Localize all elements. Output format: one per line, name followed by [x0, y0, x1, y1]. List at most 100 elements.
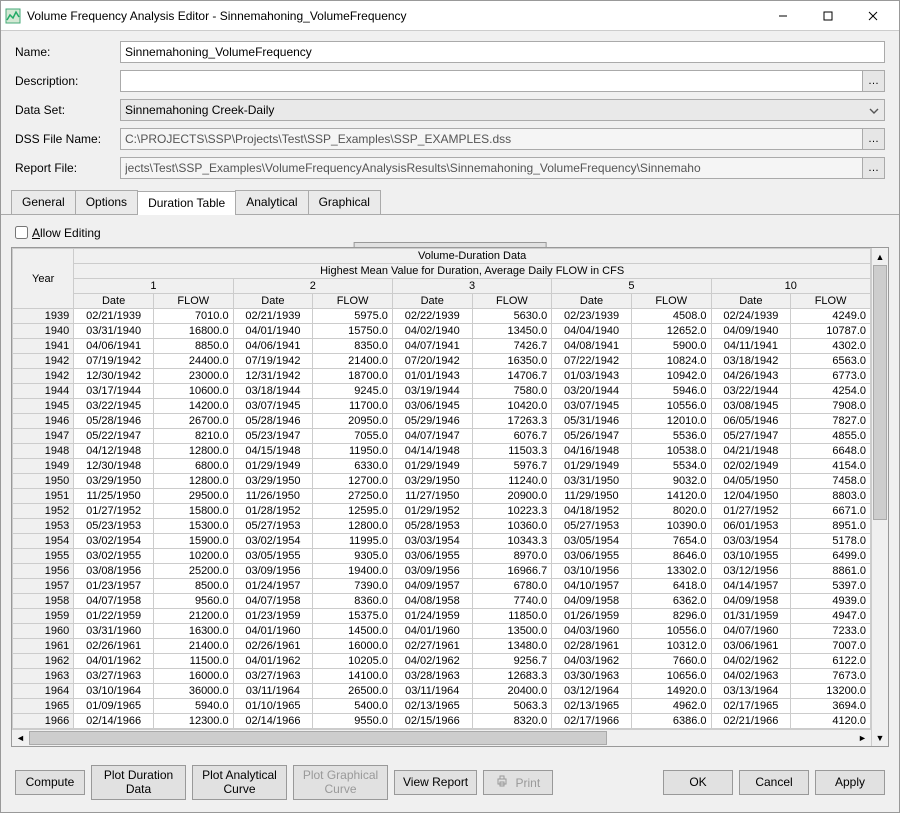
date-cell[interactable]: 04/01/1960 — [233, 624, 313, 639]
date-cell[interactable]: 03/12/1956 — [711, 564, 791, 579]
flow-cell[interactable]: 16000.0 — [313, 639, 393, 654]
date-cell[interactable]: 04/06/1941 — [233, 339, 313, 354]
flow-cell[interactable]: 10390.0 — [631, 519, 711, 534]
tab-graphical[interactable]: Graphical — [308, 190, 381, 214]
flow-cell[interactable]: 10600.0 — [153, 384, 233, 399]
flow-cell[interactable]: 9560.0 — [153, 594, 233, 609]
flow-cell[interactable]: 13200.0 — [791, 684, 871, 699]
date-cell[interactable]: 04/26/1943 — [711, 369, 791, 384]
date-cell[interactable]: 02/02/1949 — [711, 459, 791, 474]
date-cell[interactable]: 05/26/1947 — [552, 429, 632, 444]
flow-cell[interactable]: 4939.0 — [791, 594, 871, 609]
date-cell[interactable]: 03/05/1955 — [233, 549, 313, 564]
date-cell[interactable]: 02/27/1961 — [392, 639, 472, 654]
date-cell[interactable]: 05/27/1953 — [233, 519, 313, 534]
date-cell[interactable]: 04/07/1958 — [233, 594, 313, 609]
date-cell[interactable]: 04/10/1957 — [552, 579, 632, 594]
date-cell[interactable]: 03/18/1942 — [711, 354, 791, 369]
date-cell[interactable]: 01/31/1959 — [711, 609, 791, 624]
flow-cell[interactable]: 7580.0 — [472, 384, 552, 399]
date-cell[interactable]: 03/02/1954 — [74, 534, 154, 549]
date-cell[interactable]: 03/02/1954 — [233, 534, 313, 549]
flow-cell[interactable]: 6648.0 — [791, 444, 871, 459]
date-cell[interactable]: 02/13/1965 — [392, 699, 472, 714]
date-cell[interactable]: 05/28/1946 — [74, 414, 154, 429]
date-cell[interactable]: 04/04/1940 — [552, 324, 632, 339]
date-cell[interactable]: 03/29/1950 — [74, 474, 154, 489]
flow-cell[interactable]: 10205.0 — [313, 654, 393, 669]
year-cell[interactable]: 1966 — [13, 714, 74, 729]
date-cell[interactable]: 02/26/1961 — [233, 639, 313, 654]
flow-cell[interactable]: 4249.0 — [791, 309, 871, 324]
flow-cell[interactable]: 11503.3 — [472, 444, 552, 459]
report-ellipsis-button[interactable]: … — [863, 157, 885, 179]
date-cell[interactable]: 03/10/1964 — [74, 684, 154, 699]
year-cell[interactable]: 1958 — [13, 594, 74, 609]
flow-cell[interactable]: 5975.0 — [313, 309, 393, 324]
year-cell[interactable]: 1957 — [13, 579, 74, 594]
flow-cell[interactable]: 14120.0 — [631, 489, 711, 504]
date-cell[interactable]: 02/21/1939 — [74, 309, 154, 324]
date-cell[interactable]: 04/06/1941 — [74, 339, 154, 354]
date-cell[interactable]: 05/31/1946 — [552, 414, 632, 429]
flow-cell[interactable]: 14706.7 — [472, 369, 552, 384]
flow-cell[interactable]: 5397.0 — [791, 579, 871, 594]
flow-cell[interactable]: 4254.0 — [791, 384, 871, 399]
date-cell[interactable]: 07/19/1942 — [74, 354, 154, 369]
date-cell[interactable]: 03/30/1963 — [552, 669, 632, 684]
flow-cell[interactable]: 6671.0 — [791, 504, 871, 519]
date-cell[interactable]: 06/05/1946 — [711, 414, 791, 429]
year-cell[interactable]: 1960 — [13, 624, 74, 639]
hscroll-thumb[interactable] — [29, 731, 607, 745]
flow-cell[interactable]: 26700.0 — [153, 414, 233, 429]
date-cell[interactable]: 05/28/1953 — [392, 519, 472, 534]
date-cell[interactable]: 04/01/1960 — [392, 624, 472, 639]
date-cell[interactable]: 03/11/1964 — [233, 684, 313, 699]
date-cell[interactable]: 04/09/1957 — [392, 579, 472, 594]
flow-cell[interactable]: 9256.7 — [472, 654, 552, 669]
flow-cell[interactable]: 8803.0 — [791, 489, 871, 504]
flow-cell[interactable]: 7654.0 — [631, 534, 711, 549]
flow-cell[interactable]: 6499.0 — [791, 549, 871, 564]
flow-cell[interactable]: 11500.0 — [153, 654, 233, 669]
date-cell[interactable]: 05/29/1946 — [392, 414, 472, 429]
flow-cell[interactable]: 29500.0 — [153, 489, 233, 504]
flow-cell[interactable]: 11850.0 — [472, 609, 552, 624]
dssfile-ellipsis-button[interactable]: … — [863, 128, 885, 150]
flow-cell[interactable]: 7426.7 — [472, 339, 552, 354]
date-cell[interactable]: 04/09/1940 — [711, 324, 791, 339]
date-cell[interactable]: 11/27/1950 — [392, 489, 472, 504]
report-input[interactable] — [120, 157, 863, 179]
plot-analytical-curve-button[interactable]: Plot Analytical Curve — [192, 765, 287, 800]
dataset-select[interactable] — [120, 99, 885, 121]
date-cell[interactable]: 01/29/1949 — [392, 459, 472, 474]
date-cell[interactable]: 12/30/1948 — [74, 459, 154, 474]
flow-cell[interactable]: 11700.0 — [313, 399, 393, 414]
close-button[interactable] — [850, 2, 895, 30]
date-cell[interactable]: 03/31/1960 — [74, 624, 154, 639]
date-cell[interactable]: 01/03/1943 — [552, 369, 632, 384]
flow-cell[interactable]: 4508.0 — [631, 309, 711, 324]
flow-cell[interactable]: 5630.0 — [472, 309, 552, 324]
tab-duration-table[interactable]: Duration Table — [137, 191, 236, 215]
date-cell[interactable]: 03/17/1944 — [74, 384, 154, 399]
flow-cell[interactable]: 21400.0 — [313, 354, 393, 369]
date-cell[interactable]: 02/22/1939 — [392, 309, 472, 324]
year-cell[interactable]: 1945 — [13, 399, 74, 414]
flow-cell[interactable]: 14920.0 — [631, 684, 711, 699]
flow-cell[interactable]: 12800.0 — [153, 474, 233, 489]
date-cell[interactable]: 05/27/1947 — [711, 429, 791, 444]
flow-cell[interactable]: 5976.7 — [472, 459, 552, 474]
date-cell[interactable]: 01/01/1943 — [392, 369, 472, 384]
year-cell[interactable]: 1963 — [13, 669, 74, 684]
scroll-up-arrow[interactable]: ▲ — [872, 248, 888, 265]
date-cell[interactable]: 05/22/1947 — [74, 429, 154, 444]
date-cell[interactable]: 03/27/1963 — [233, 669, 313, 684]
date-cell[interactable]: 03/28/1963 — [392, 669, 472, 684]
flow-cell[interactable]: 6386.0 — [631, 714, 711, 729]
year-cell[interactable]: 1951 — [13, 489, 74, 504]
year-cell[interactable]: 1944 — [13, 384, 74, 399]
plot-duration-data-button[interactable]: Plot Duration Data — [91, 765, 186, 800]
tab-general[interactable]: General — [11, 190, 76, 214]
flow-cell[interactable]: 8296.0 — [631, 609, 711, 624]
